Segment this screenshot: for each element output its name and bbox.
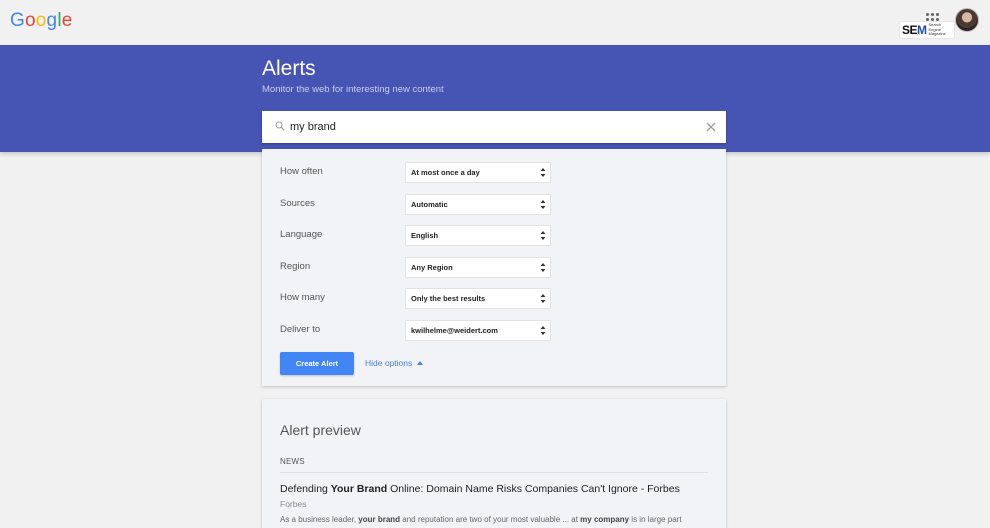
- hide-options-link[interactable]: Hide options: [365, 358, 424, 368]
- logo-letter: e: [61, 10, 73, 31]
- option-label: How many: [280, 292, 325, 303]
- select-arrows-icon: [540, 294, 546, 303]
- option-label: How often: [280, 166, 323, 177]
- alert-query-box: [262, 111, 726, 143]
- snippet-highlight: your brand: [358, 515, 401, 524]
- result-title-link[interactable]: Defending Your Brand Online: Domain Name…: [280, 483, 680, 495]
- snippet-highlight: my company: [580, 515, 630, 524]
- watermark-text: M: [917, 23, 927, 37]
- option-row-how-many: How many Only the best results: [262, 288, 726, 310]
- select-arrows-icon: [540, 263, 546, 272]
- watermark-subtext: Search Engine Magazine: [928, 22, 946, 37]
- option-label: Sources: [280, 198, 315, 209]
- option-row-language: Language English: [262, 225, 726, 247]
- option-row-deliver-to: Deliver to kwilhelme@weidert.com: [262, 320, 726, 342]
- snippet-text: and reputation are two of your most valu…: [400, 515, 581, 524]
- select-arrows-icon: [540, 231, 546, 240]
- divider: [280, 472, 708, 473]
- result-title-text: Defending: [280, 483, 331, 495]
- option-row-sources: Sources Automatic: [262, 194, 726, 216]
- select-value: kwilhelme@weidert.com: [411, 326, 498, 335]
- option-label: Region: [280, 261, 311, 272]
- logo-letter: o: [35, 10, 47, 31]
- logo-letter: o: [24, 10, 36, 31]
- result-snippet: As a business leader, your brand and rep…: [280, 515, 682, 524]
- result-title-text: Online: Domain Name Risks Companies Can'…: [387, 483, 680, 495]
- logo-letter: G: [10, 10, 25, 31]
- select-arrows-icon: [540, 326, 546, 335]
- search-icon: [275, 121, 285, 131]
- page-subtitle: Monitor the web for interesting new cont…: [262, 84, 444, 95]
- how-many-select[interactable]: Only the best results: [405, 288, 551, 309]
- deliver-to-select[interactable]: kwilhelme@weidert.com: [405, 320, 551, 341]
- result-title-highlight: Your Brand: [330, 483, 388, 495]
- create-alert-button[interactable]: Create Alert: [280, 352, 354, 375]
- top-bar: Google SE M Search Engine Magazine: [0, 0, 990, 45]
- option-label: Deliver to: [280, 324, 321, 335]
- how-often-select[interactable]: At most once a day: [405, 162, 551, 183]
- option-label: Language: [280, 229, 323, 240]
- option-row-how-often: How often At most once a day: [262, 162, 726, 184]
- alert-query-input[interactable]: [290, 116, 690, 138]
- watermark-text: SE: [902, 23, 918, 37]
- watermark-logo: SE M Search Engine Magazine: [900, 22, 954, 38]
- snippet-text: is in large part: [629, 515, 682, 524]
- sources-select[interactable]: Automatic: [405, 194, 551, 215]
- close-icon[interactable]: [704, 120, 718, 134]
- select-value: At most once a day: [411, 168, 480, 177]
- page-title: Alerts: [262, 57, 316, 80]
- select-value: Any Region: [411, 263, 453, 272]
- result-source: Forbes: [280, 499, 307, 509]
- select-value: Only the best results: [411, 294, 486, 303]
- preview-title: Alert preview: [280, 422, 361, 438]
- avatar[interactable]: [955, 8, 979, 32]
- section-label: NEWS: [280, 457, 305, 466]
- caret-up-icon: [417, 361, 424, 365]
- select-arrows-icon: [540, 200, 546, 209]
- alert-preview-card: Alert preview NEWS Defending Your Brand …: [262, 399, 726, 528]
- logo-letter: g: [46, 10, 58, 31]
- select-value: Automatic: [411, 200, 448, 209]
- select-arrows-icon: [540, 168, 546, 177]
- snippet-text: As a business leader,: [280, 515, 359, 524]
- language-select[interactable]: English: [405, 225, 551, 246]
- select-value: English: [411, 231, 439, 240]
- region-select[interactable]: Any Region: [405, 257, 551, 278]
- hide-options-label: Hide options: [365, 358, 413, 368]
- alert-options-panel: How often At most once a day Sources Aut…: [262, 149, 726, 386]
- google-logo[interactable]: Google: [10, 10, 73, 32]
- option-row-region: Region Any Region: [262, 257, 726, 279]
